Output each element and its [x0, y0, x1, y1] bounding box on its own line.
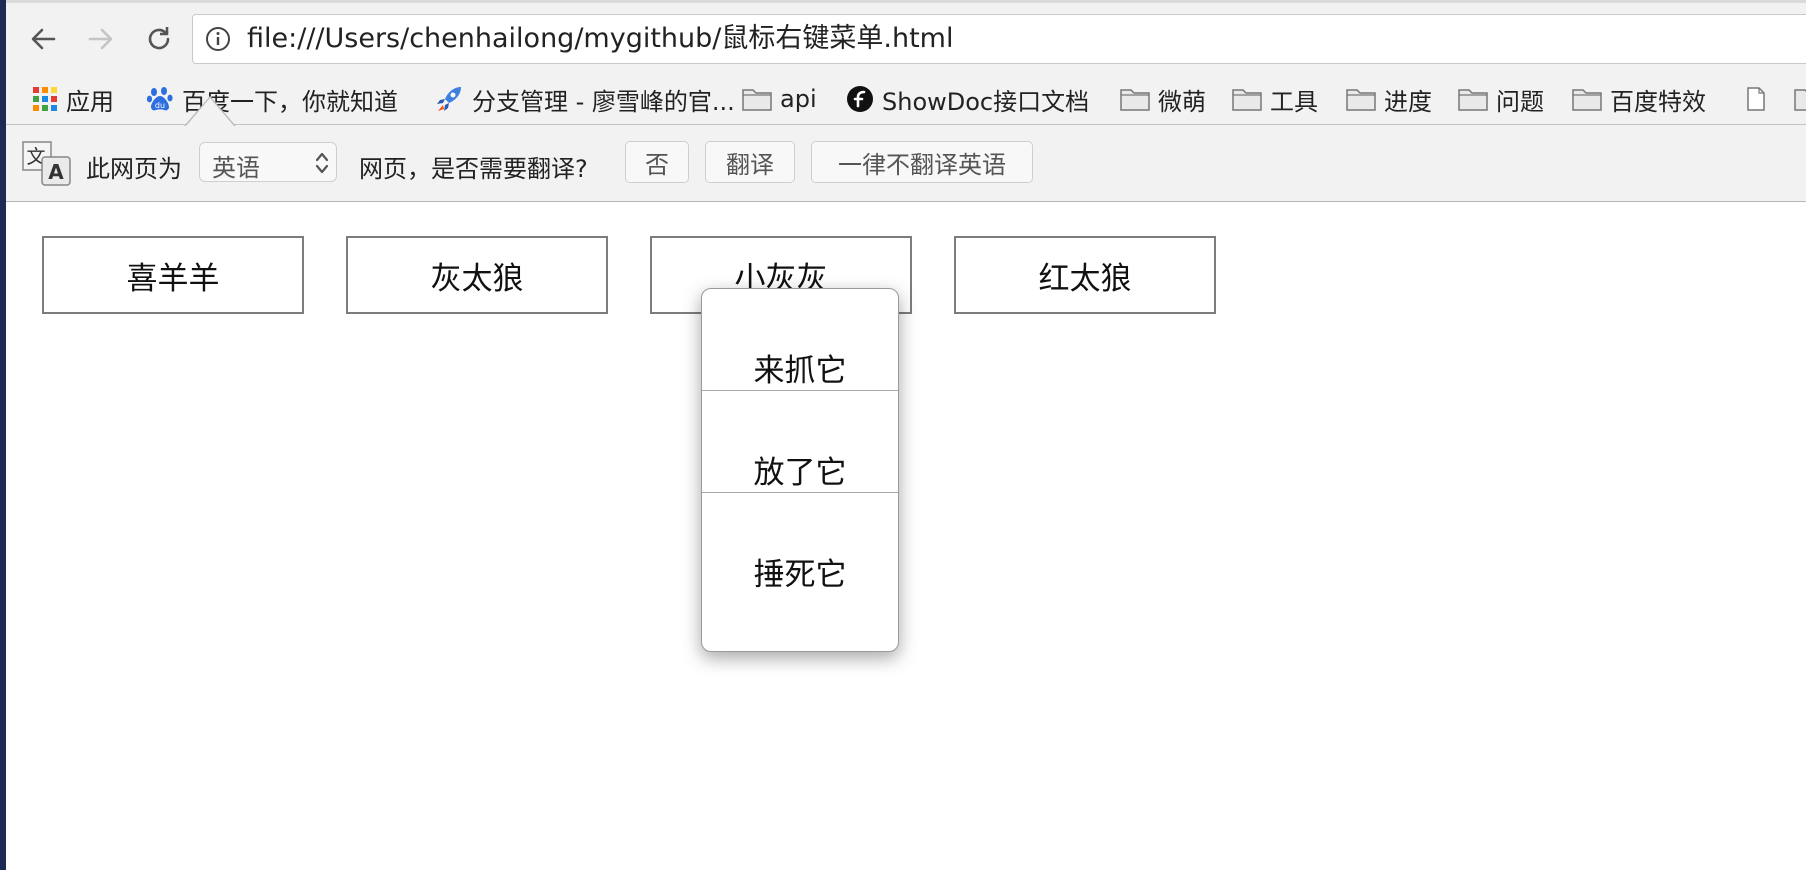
apps-grid-icon	[33, 87, 57, 111]
translate-icon: 文 A	[22, 141, 71, 186]
info-icon[interactable]	[205, 26, 231, 52]
rocket-icon	[437, 87, 461, 111]
menu-item-release[interactable]: 放了它	[702, 447, 898, 492]
bookmark-showdoc[interactable]: ShowDoc接口文档	[846, 74, 1089, 124]
bookmark-page[interactable]	[1746, 74, 1766, 124]
folder-icon	[1120, 89, 1150, 111]
tab-strip	[6, 0, 1806, 3]
translate-prefix: 此网页为	[86, 155, 182, 183]
url-text[interactable]: file:///Users/chenhailong/mygithub/鼠标右键菜…	[247, 15, 953, 63]
folder-icon	[1794, 89, 1806, 111]
browser-window: file:///Users/chenhailong/mygithub/鼠标右键菜…	[6, 0, 1806, 870]
page-icon	[1747, 87, 1765, 111]
folder-icon	[1232, 89, 1262, 111]
context-menu: 来抓它 放了它 捶死它	[701, 288, 899, 652]
back-button[interactable]	[26, 22, 60, 56]
bookmark-branch-management[interactable]: 分支管理 - 廖雪峰的官...	[434, 74, 735, 124]
menu-divider	[702, 390, 898, 391]
bookmark-folder-api[interactable]: api	[742, 74, 817, 124]
language-value: 英语	[212, 154, 260, 182]
menu-divider	[702, 492, 898, 493]
folder-icon	[1572, 89, 1602, 111]
svg-text:du: du	[155, 101, 165, 110]
bookmark-folder-weimeng[interactable]: 微萌	[1120, 74, 1206, 124]
never-translate-button[interactable]: 一律不翻译英语	[811, 141, 1033, 183]
bookmarks-bar: 应用 du 百度一下，你就知道 分支管理 - 廖雪峰的官... api Show…	[6, 74, 1806, 125]
language-select[interactable]: 英语	[199, 142, 337, 182]
menu-item-smash[interactable]: 捶死它	[702, 549, 898, 594]
bookmark-folder-baidu-effects[interactable]: 百度特效	[1572, 74, 1706, 124]
menu-item-catch[interactable]: 来抓它	[702, 345, 898, 390]
translate-bar: 文 A 此网页为 英语 网页，是否需要翻译? 否 翻译 一律不翻译英语	[6, 125, 1806, 202]
bookmark-folder-overflow[interactable]	[1794, 74, 1806, 124]
folder-icon	[1346, 89, 1376, 111]
bookmark-folder-issues[interactable]: 问题	[1458, 74, 1544, 124]
forward-button[interactable]	[84, 22, 118, 56]
translate-button[interactable]: 翻译	[705, 141, 795, 183]
translate-callout-arrow-fill	[186, 98, 234, 126]
browser-toolbar: file:///Users/chenhailong/mygithub/鼠标右键菜…	[6, 0, 1806, 74]
card-xiyangyang[interactable]: 喜羊羊	[42, 236, 304, 314]
folder-icon	[1458, 89, 1488, 111]
select-arrows-icon	[315, 152, 329, 174]
bookmark-apps[interactable]: 应用	[32, 74, 114, 124]
translate-question: 网页，是否需要翻译?	[359, 155, 588, 183]
svg-text:A: A	[48, 160, 64, 184]
address-bar[interactable]: file:///Users/chenhailong/mygithub/鼠标右键菜…	[192, 14, 1806, 64]
card-huitailang[interactable]: 灰太狼	[346, 236, 608, 314]
folder-icon	[742, 89, 772, 111]
showdoc-icon	[847, 86, 873, 112]
forward-arrow-icon	[88, 28, 113, 50]
bookmark-folder-progress[interactable]: 进度	[1346, 74, 1432, 124]
reload-button[interactable]	[142, 22, 176, 56]
no-translate-button[interactable]: 否	[625, 141, 689, 183]
reload-icon	[148, 27, 170, 50]
card-hongtailang[interactable]: 红太狼	[954, 236, 1216, 314]
bookmark-folder-tools[interactable]: 工具	[1232, 74, 1318, 124]
baidu-paw-icon: du	[146, 87, 173, 111]
back-arrow-icon	[31, 28, 56, 50]
